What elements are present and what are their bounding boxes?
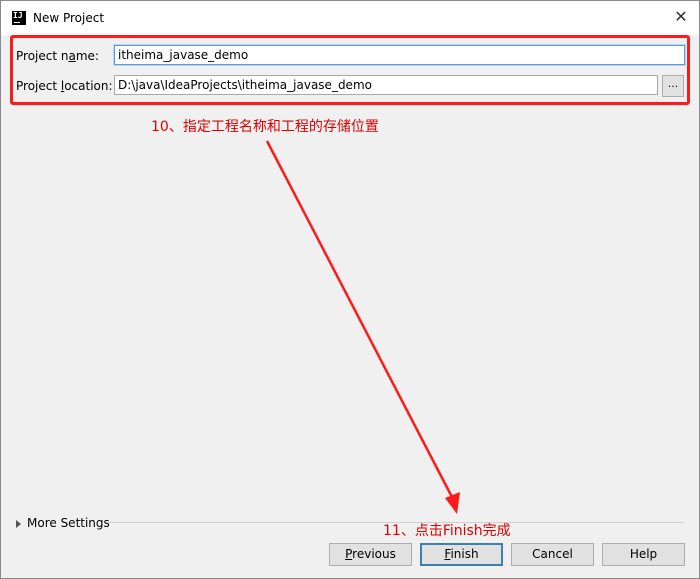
arrow-line [265, 140, 455, 500]
annotation-arrow [265, 140, 460, 514]
arrow-head [445, 492, 460, 514]
new-project-dialog: IJ New Project ✕ Project name: itheima_j… [0, 0, 700, 579]
